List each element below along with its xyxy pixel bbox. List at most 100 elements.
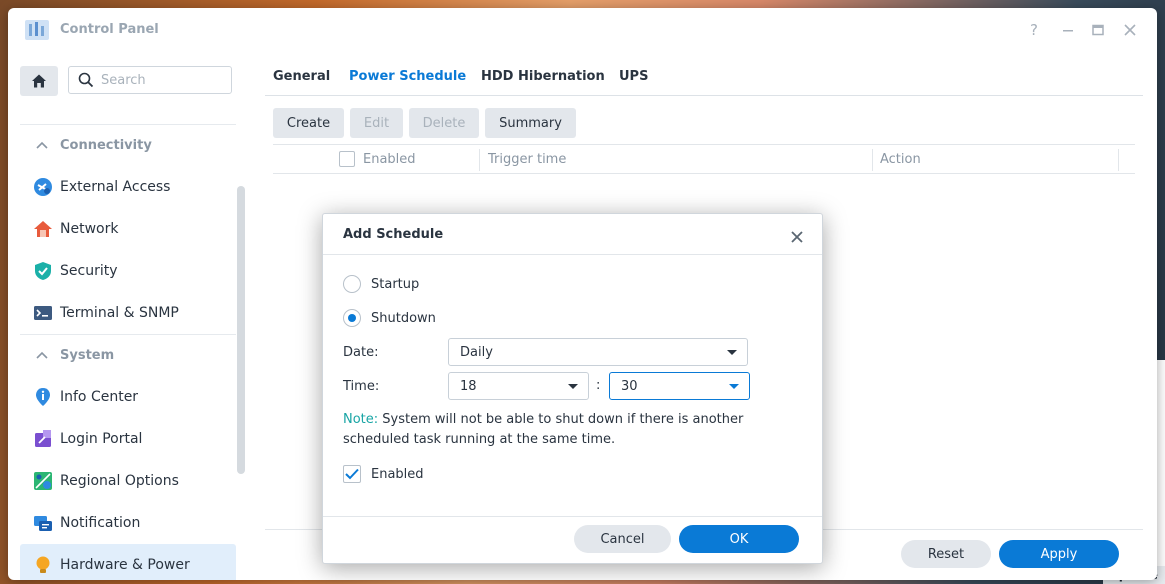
select-all-checkbox[interactable]: [339, 151, 355, 167]
time-separator: :: [596, 378, 601, 393]
time-label: Time:: [343, 379, 380, 394]
note-body: System will not be able to shut down if …: [343, 412, 744, 447]
shutdown-label: Shutdown: [371, 310, 436, 326]
sidebar-item-label: External Access: [60, 179, 171, 195]
tab-hdd-hibernation[interactable]: HDD Hibernation: [481, 69, 605, 84]
create-button[interactable]: Create: [273, 108, 344, 138]
sidebar-item-terminal-snmp[interactable]: Terminal & SNMP: [20, 292, 236, 334]
column-action[interactable]: Action: [880, 145, 921, 173]
regional-options-icon: [32, 470, 54, 492]
apply-button[interactable]: Apply: [999, 540, 1119, 568]
terminal-icon: [32, 302, 54, 324]
column-divider: [872, 149, 873, 171]
dialog-header: Add Schedule: [323, 214, 822, 255]
sidebar-item-network[interactable]: Network: [20, 208, 236, 250]
notification-icon: [32, 512, 54, 534]
checkmark-icon: [345, 468, 359, 480]
sidebar-item-label: Info Center: [60, 389, 139, 405]
column-label: Enabled: [363, 151, 416, 167]
tab-bar: General Power Schedule HDD Hibernation U…: [265, 52, 1143, 96]
network-icon: [32, 218, 54, 240]
date-label: Date:: [343, 345, 379, 360]
sidebar-item-label: Notification: [60, 515, 141, 531]
sidebar-group-label: Connectivity: [60, 138, 152, 153]
info-icon: [32, 386, 54, 408]
sidebar-item-security[interactable]: Security: [20, 250, 236, 292]
home-button[interactable]: [20, 66, 58, 96]
cancel-button[interactable]: Cancel: [574, 525, 671, 553]
sidebar-item-regional-options[interactable]: Regional Options: [20, 460, 236, 502]
chevron-up-icon: [36, 348, 48, 363]
sidebar-group-connectivity[interactable]: Connectivity: [20, 124, 236, 166]
sidebar-item-external-access[interactable]: External Access: [20, 166, 236, 208]
title-bar: Control Panel ?: [8, 8, 1157, 52]
summary-button[interactable]: Summary: [485, 108, 576, 138]
minute-value: 30: [621, 378, 638, 394]
tab-power-schedule[interactable]: Power Schedule: [349, 69, 466, 84]
sidebar: Connectivity External Access Network Sec…: [8, 52, 248, 580]
startup-radio[interactable]: [343, 275, 361, 293]
sidebar-item-label: Terminal & SNMP: [60, 305, 179, 321]
sidebar-item-label: Login Portal: [60, 431, 143, 447]
startup-label: Startup: [371, 276, 420, 292]
shutdown-option[interactable]: Shutdown: [343, 308, 436, 328]
dropdown-arrow-icon: [729, 384, 739, 389]
sidebar-group-label: System: [60, 348, 115, 363]
chevron-up-icon: [36, 138, 48, 153]
add-schedule-dialog: Add Schedule Startup Shutdown Date: Dail…: [322, 213, 823, 564]
sidebar-item-label: Hardware & Power: [60, 557, 190, 573]
home-icon: [32, 74, 46, 88]
sidebar-item-login-portal[interactable]: Login Portal: [20, 418, 236, 460]
date-select[interactable]: Daily: [448, 338, 748, 366]
reset-button[interactable]: Reset: [901, 540, 991, 568]
note-text: Note: System will not be able to shut do…: [343, 410, 763, 450]
note-label: Note:: [343, 412, 379, 427]
column-label: Trigger time: [488, 151, 567, 167]
sidebar-item-notification[interactable]: Notification: [20, 502, 236, 544]
dropdown-arrow-icon: [727, 350, 737, 355]
login-portal-icon: [32, 428, 54, 450]
startup-option[interactable]: Startup: [343, 274, 419, 294]
sidebar-item-hardware-power[interactable]: Hardware & Power: [20, 544, 236, 580]
close-icon[interactable]: [1120, 20, 1140, 40]
edit-button[interactable]: Edit: [350, 108, 403, 138]
column-divider: [1118, 149, 1119, 171]
column-divider: [479, 149, 480, 171]
column-trigger-time[interactable]: Trigger time: [488, 145, 566, 173]
sidebar-item-label: Regional Options: [60, 473, 179, 489]
enabled-option[interactable]: Enabled: [343, 464, 424, 484]
maximize-icon[interactable]: [1088, 20, 1108, 40]
column-label: Action: [880, 151, 921, 167]
close-icon[interactable]: [790, 224, 804, 249]
ok-button[interactable]: OK: [679, 525, 799, 553]
sidebar-group-system[interactable]: System: [20, 334, 236, 376]
sidebar-item-info-center[interactable]: Info Center: [20, 376, 236, 418]
enabled-checkbox[interactable]: [343, 465, 361, 483]
tab-general[interactable]: General: [273, 69, 330, 84]
search-field[interactable]: [68, 66, 232, 94]
date-value: Daily: [460, 344, 493, 360]
search-icon: [78, 72, 94, 92]
minute-select[interactable]: 30: [609, 372, 750, 400]
window-title: Control Panel: [60, 22, 159, 37]
control-panel-icon: [24, 18, 50, 42]
security-shield-icon: [32, 260, 54, 282]
external-access-icon: [32, 176, 54, 198]
delete-button[interactable]: Delete: [409, 108, 479, 138]
sidebar-item-label: Security: [60, 263, 118, 279]
minimize-icon[interactable]: [1058, 20, 1078, 40]
dialog-footer-divider: [323, 516, 822, 517]
sidebar-scrollbar[interactable]: [237, 186, 245, 474]
hardware-power-icon: [32, 554, 54, 576]
enabled-label: Enabled: [371, 466, 424, 482]
column-enabled[interactable]: Enabled: [339, 145, 416, 173]
schedule-table-header: Enabled Trigger time Action: [273, 144, 1135, 174]
dialog-title: Add Schedule: [343, 227, 444, 242]
tab-ups[interactable]: UPS: [619, 69, 648, 84]
search-input[interactable]: [101, 71, 225, 89]
help-icon[interactable]: ?: [1024, 20, 1044, 40]
shutdown-radio[interactable]: [343, 309, 361, 327]
dropdown-arrow-icon: [568, 384, 578, 389]
hour-select[interactable]: 18: [448, 372, 589, 400]
sidebar-list: Connectivity External Access Network Sec…: [20, 124, 236, 580]
